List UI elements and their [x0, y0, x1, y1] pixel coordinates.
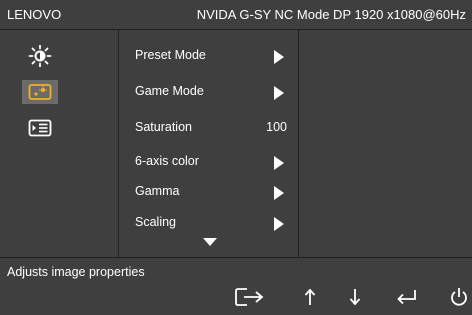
menu-item-preset-mode[interactable]: Preset Mode — [135, 46, 295, 66]
menu-item-6-axis-color[interactable]: 6-axis color — [135, 152, 295, 172]
options-column: Preset Mode Game Mode Saturation 100 6-a… — [119, 30, 299, 257]
enter-button[interactable] — [394, 285, 420, 309]
down-button[interactable] — [346, 285, 364, 309]
menu-item-label: Gamma — [135, 184, 180, 198]
chevron-right-icon — [274, 50, 284, 64]
menu-item-label: Preset Mode — [135, 48, 206, 62]
up-arrow-icon — [304, 288, 316, 305]
brightness-icon — [28, 45, 52, 67]
category-image-settings[interactable] — [22, 80, 58, 104]
category-brightness[interactable] — [22, 44, 58, 68]
menu-item-label: Saturation — [135, 120, 192, 134]
menu-item-game-mode[interactable]: Game Mode — [135, 82, 295, 102]
chevron-right-icon — [274, 217, 284, 231]
brand-label: LENOVO — [7, 7, 62, 22]
menu-item-label: Game Mode — [135, 84, 204, 98]
menu-item-label: 6-axis color — [135, 154, 199, 168]
menu-item-gamma[interactable]: Gamma — [135, 182, 295, 202]
footer-bar: Adjusts image properties — [0, 257, 472, 315]
title-bar: LENOVO NVIDA G-SY NC Mode DP 1920 x1080@… — [0, 0, 472, 30]
up-button[interactable] — [301, 285, 319, 309]
menu-item-label: Scaling — [135, 215, 176, 229]
menu-item-scaling[interactable]: Scaling — [135, 213, 295, 233]
chevron-right-icon — [274, 156, 284, 170]
enter-icon — [397, 290, 416, 305]
chevron-right-icon — [274, 86, 284, 100]
scroll-down-icon[interactable] — [203, 238, 217, 246]
exit-button[interactable] — [232, 285, 270, 309]
help-text: Adjusts image properties — [7, 265, 145, 279]
mode-status: NVIDA G-SY NC Mode DP 1920 x1080@60Hz — [196, 7, 466, 22]
osd-menu: LENOVO NVIDA G-SY NC Mode DP 1920 x1080@… — [0, 0, 472, 315]
down-arrow-icon — [349, 289, 361, 306]
saturation-value: 100 — [266, 120, 287, 134]
exit-icon — [235, 288, 264, 306]
input-source-icon — [28, 119, 52, 137]
power-icon — [451, 288, 467, 306]
submenu-column — [299, 30, 472, 257]
power-button[interactable] — [448, 285, 470, 309]
image-settings-icon — [28, 84, 52, 100]
menu-item-saturation[interactable]: Saturation 100 — [135, 118, 295, 138]
menu-area: Preset Mode Game Mode Saturation 100 6-a… — [0, 30, 472, 257]
chevron-right-icon — [274, 186, 284, 200]
category-column — [0, 30, 119, 257]
category-input-source[interactable] — [22, 116, 58, 140]
